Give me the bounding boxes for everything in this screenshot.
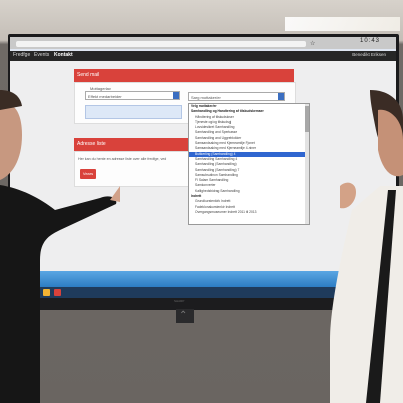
clock-readout: 10:43	[360, 38, 381, 44]
user-name[interactable]: Benedikt Eriksen	[352, 52, 386, 57]
tv-brand-logo: SHARP	[174, 299, 185, 303]
person-left	[0, 90, 120, 403]
recipient-dropdown-list[interactable]: Velg mottaker/er Samhandling og Handterin…	[188, 103, 310, 225]
send-mail-header: Send mail	[74, 69, 294, 82]
chevron-down-icon[interactable]	[173, 92, 179, 99]
chevron-up-icon: ⌃	[179, 310, 188, 321]
recipient-group-select[interactable]: Sarg mottaker/er	[188, 92, 285, 101]
dropdown-items: Velg mottaker/er Samhandling og Handterin…	[189, 104, 309, 215]
recipient-group-value: Sarg mottaker/er	[191, 95, 221, 100]
ceiling-light	[285, 17, 400, 31]
dropdown-option[interactable]: Overgangsmuseumer Indrett 2011 til 2013	[189, 210, 309, 215]
nav-item-fredfge[interactable]: Fredfge	[13, 52, 30, 58]
person-right	[330, 90, 403, 403]
nav-item-events[interactable]: Events	[34, 52, 49, 58]
browser-toolbar: ☆ 10:43	[10, 37, 396, 49]
star-icon[interactable]: ☆	[310, 40, 315, 47]
address-bar[interactable]	[16, 41, 306, 47]
app-navbar: Fredfge Events Kontakt Benedikt Eriksen	[10, 51, 396, 61]
nav-item-kontakt[interactable]: Kontakt	[54, 52, 73, 58]
chevron-down-icon[interactable]	[278, 93, 284, 100]
